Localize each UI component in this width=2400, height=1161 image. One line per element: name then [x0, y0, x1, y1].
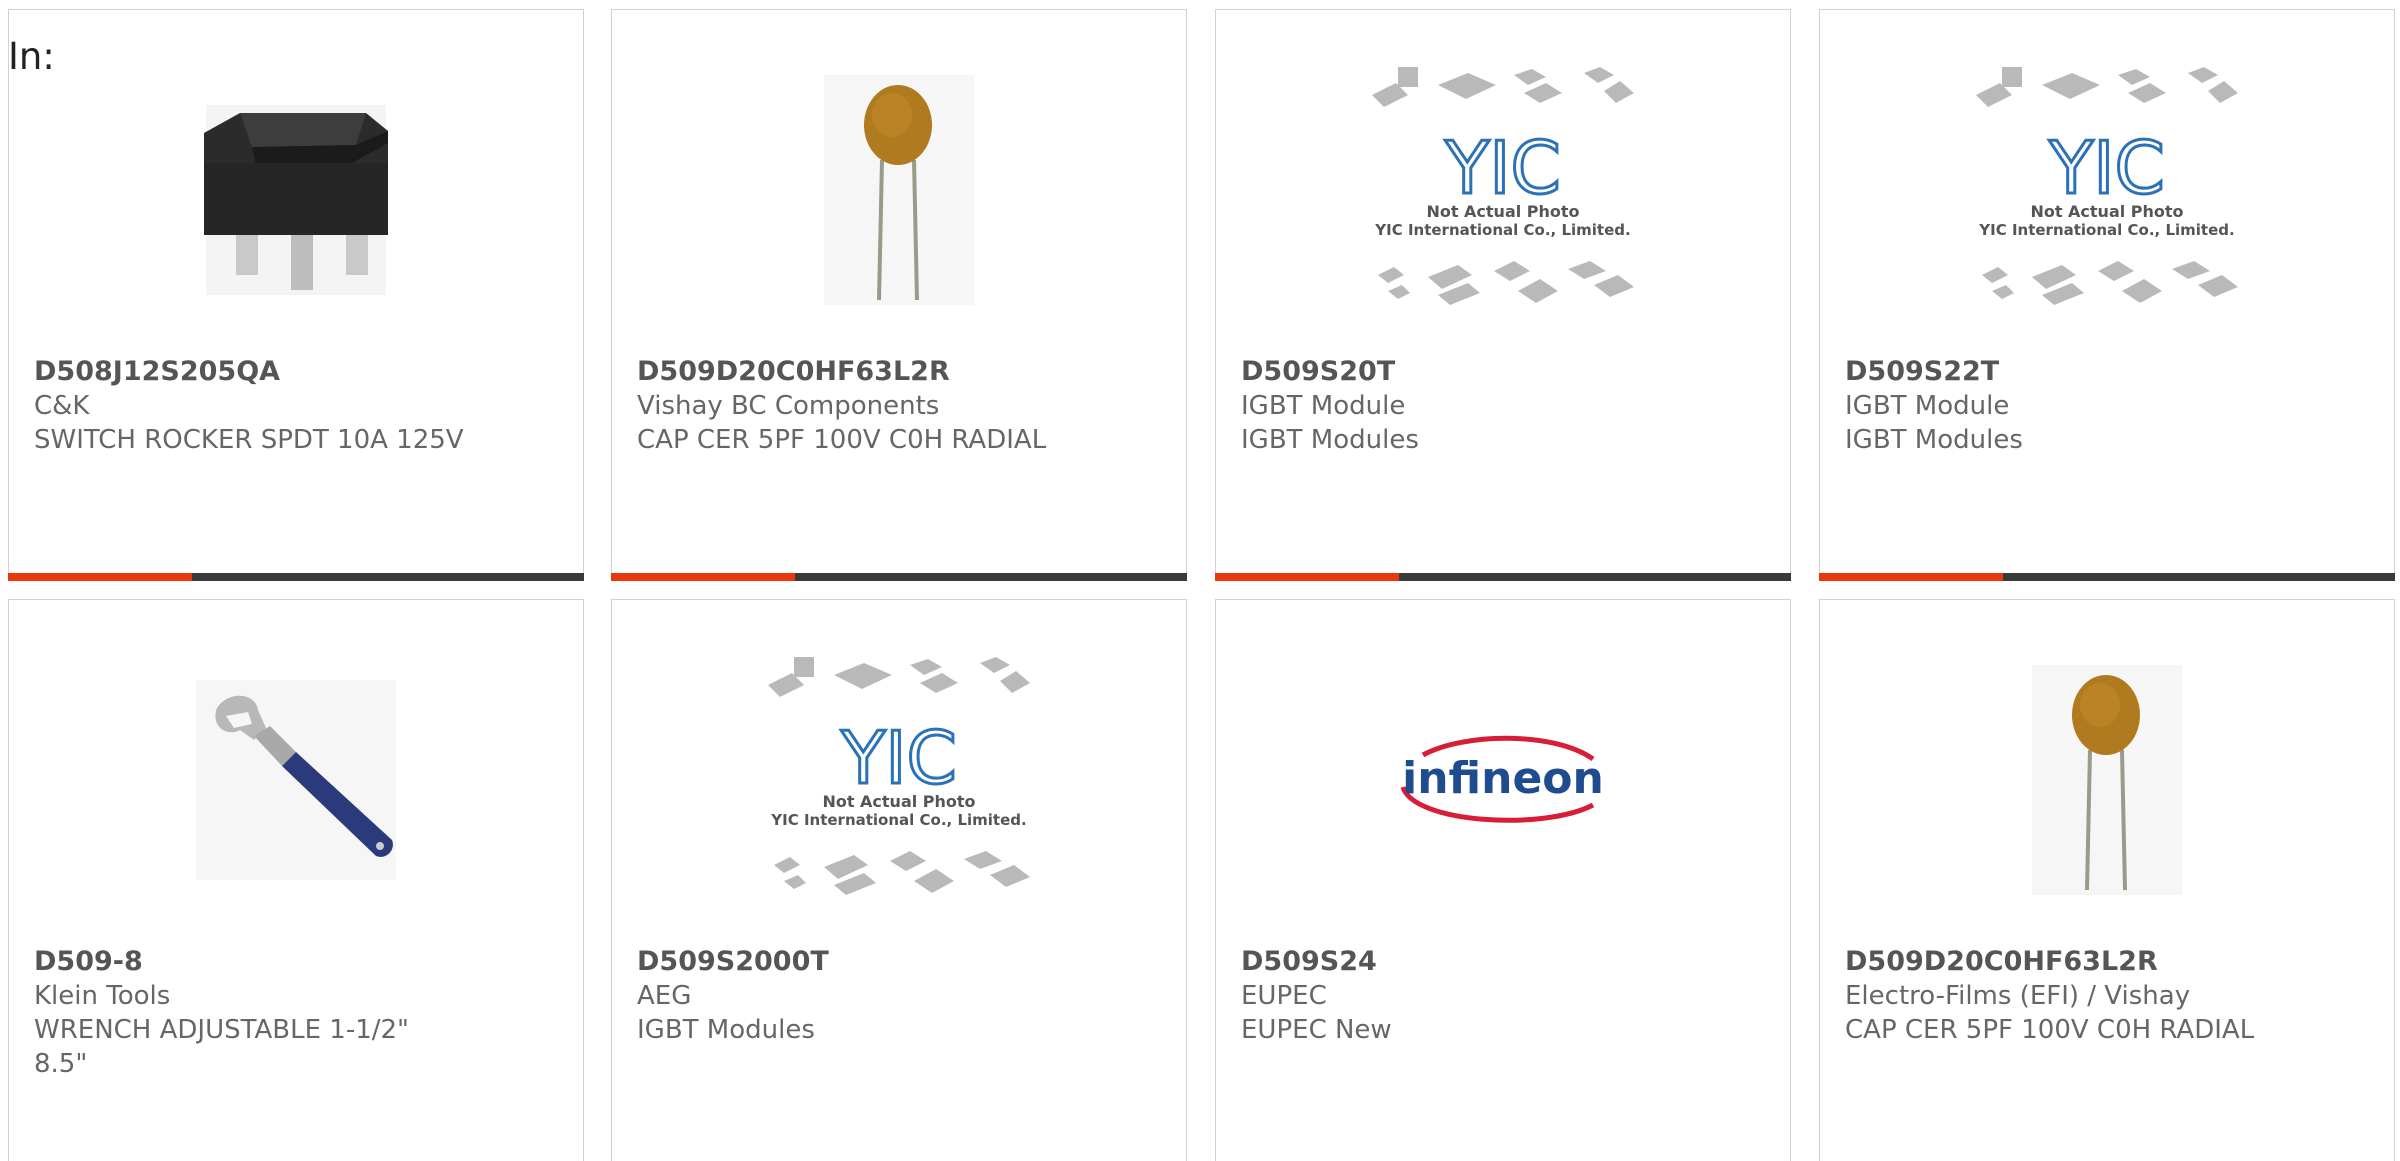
product-card[interactable]: D509-8 Klein Tools WRENCH ADJUSTABLE 1-1…: [8, 599, 584, 1161]
part-number[interactable]: D509D20C0HF63L2R: [637, 355, 950, 389]
yic-placeholder-icon: YIC Not Actual Photo YIC International C…: [1976, 67, 2238, 305]
manufacturer: AEG: [637, 981, 692, 1011]
card-bottom-bar: [1819, 573, 2395, 581]
product-image[interactable]: [1820, 655, 2394, 905]
description: CAP CER 5PF 100V C0H RADIAL: [1845, 1015, 2255, 1045]
description: CAP CER 5PF 100V C0H RADIAL: [637, 425, 1047, 455]
rocker-switch-icon: [204, 105, 388, 295]
product-card[interactable]: YIC Not Actual Photo YIC International C…: [1819, 9, 2395, 581]
description: IGBT Modules: [637, 1015, 815, 1045]
manufacturer: EUPEC: [1241, 981, 1327, 1011]
manufacturer: IGBT Module: [1845, 391, 2010, 421]
svg-text:Not Actual Photo: Not Actual Photo: [822, 792, 975, 811]
manufacturer: Vishay BC Components: [637, 391, 940, 421]
svg-text:infineon: infineon: [1402, 753, 1604, 804]
description: SWITCH ROCKER SPDT 10A 125V: [34, 425, 464, 455]
manufacturer: IGBT Module: [1241, 391, 1406, 421]
ceramic-capacitor-icon: [824, 75, 974, 305]
description: WRENCH ADJUSTABLE 1-1/2" 8.5": [34, 1015, 410, 1079]
product-image[interactable]: YIC Not Actual Photo YIC International C…: [1820, 65, 2394, 315]
product-card[interactable]: infineon D509S24 EUPEC EUPEC New: [1215, 599, 1791, 1161]
description: IGBT Modules: [1241, 425, 1419, 455]
product-image[interactable]: [612, 65, 1186, 315]
part-number[interactable]: D509-8: [34, 945, 143, 979]
product-image[interactable]: YIC Not Actual Photo YIC International C…: [612, 655, 1186, 905]
product-image[interactable]: YIC Not Actual Photo YIC International C…: [1216, 65, 1790, 315]
adjustable-wrench-icon: [196, 680, 396, 880]
part-number[interactable]: D509S24: [1241, 945, 1377, 979]
part-number[interactable]: D509S2000T: [637, 945, 829, 979]
description: EUPEC New: [1241, 1015, 1392, 1045]
product-card[interactable]: D508J12S205QA C&K SWITCH ROCKER SPDT 10A…: [8, 9, 584, 581]
svg-text:YIC International Co., Limited: YIC International Co., Limited.: [1978, 221, 2234, 239]
part-number[interactable]: D509S20T: [1241, 355, 1395, 389]
manufacturer: C&K: [34, 391, 90, 421]
product-image[interactable]: [9, 655, 583, 905]
svg-text:YIC: YIC: [1444, 126, 1561, 210]
part-number[interactable]: D509S22T: [1845, 355, 1999, 389]
description: IGBT Modules: [1845, 425, 2023, 455]
card-bottom-bar: [1215, 573, 1791, 581]
ceramic-capacitor-icon: [2032, 665, 2182, 895]
infineon-logo-icon: infineon: [1400, 735, 1604, 823]
svg-text:YIC International Co., Limited: YIC International Co., Limited.: [770, 811, 1026, 829]
svg-text:YIC International Co., Limited: YIC International Co., Limited.: [1374, 221, 1630, 239]
product-card[interactable]: YIC Not Actual Photo YIC International C…: [611, 599, 1187, 1161]
product-image[interactable]: [9, 65, 583, 315]
svg-text:YIC: YIC: [840, 716, 957, 800]
in-label: In:: [8, 35, 55, 78]
svg-text:Not Actual Photo: Not Actual Photo: [1426, 202, 1579, 221]
part-number[interactable]: D509D20C0HF63L2R: [1845, 945, 2158, 979]
card-bottom-bar: [611, 573, 1187, 581]
product-image[interactable]: infineon: [1216, 655, 1790, 905]
part-number[interactable]: D508J12S205QA: [34, 355, 280, 389]
yic-placeholder-icon: YIC Not Actual Photo YIC International C…: [768, 657, 1030, 895]
manufacturer: Electro-Films (EFI) / Vishay: [1845, 981, 2191, 1011]
svg-text:YIC: YIC: [2048, 126, 2165, 210]
card-bottom-bar: [8, 573, 584, 581]
manufacturer: Klein Tools: [34, 981, 171, 1011]
product-card[interactable]: D509D20C0HF63L2R Electro-Films (EFI) / V…: [1819, 599, 2395, 1161]
svg-text:Not Actual Photo: Not Actual Photo: [2030, 202, 2183, 221]
product-card[interactable]: D509D20C0HF63L2R Vishay BC Components CA…: [611, 9, 1187, 581]
product-grid-page: In: D508J12S205QA C&K SWITCH ROCKER SPDT…: [0, 0, 2400, 1161]
product-card[interactable]: YIC Not Actual Photo YIC International C…: [1215, 9, 1791, 581]
yic-placeholder-icon: YIC Not Actual Photo YIC International C…: [1372, 67, 1634, 305]
